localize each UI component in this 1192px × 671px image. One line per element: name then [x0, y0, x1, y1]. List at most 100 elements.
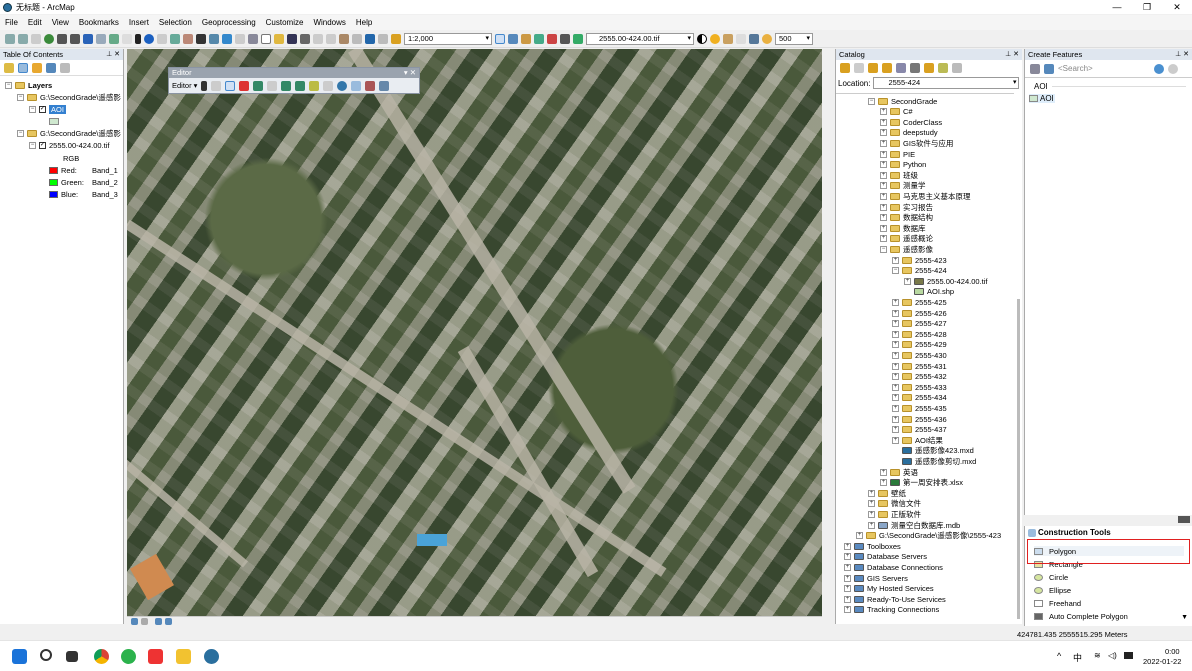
layout-toggle-icon[interactable] — [1178, 516, 1190, 523]
expand-icon[interactable]: + — [892, 362, 899, 370]
catalog-item[interactable]: + GIS软件与应用 — [880, 138, 953, 148]
catalog-item[interactable]: + Tracking Connections — [844, 605, 939, 615]
fixed-zoom-in-icon[interactable] — [57, 34, 67, 44]
magnifier-icon[interactable] — [762, 34, 772, 44]
toc-close-button[interactable]: ⊥ ✕ — [106, 49, 120, 60]
create-features-close-button[interactable]: ⊥ ✕ — [1175, 49, 1189, 60]
fixed-zoom-out-icon[interactable] — [70, 34, 80, 44]
list-by-drawing-order-icon[interactable] — [4, 62, 14, 73]
chrome-icon[interactable] — [94, 649, 109, 664]
catalog-item[interactable]: + Database Servers — [844, 552, 927, 562]
catalog-item[interactable]: + 班级 — [880, 170, 918, 180]
catalog-item[interactable]: + 数据库 — [880, 223, 926, 233]
start-icon[interactable] — [12, 649, 27, 664]
clear-search-icon[interactable] — [1168, 63, 1178, 74]
search-window-icon[interactable] — [534, 34, 544, 44]
filter-icon[interactable] — [1030, 63, 1040, 74]
print-icon[interactable] — [300, 34, 310, 44]
splitter[interactable] — [822, 49, 834, 616]
trace-icon[interactable] — [253, 80, 264, 91]
reshape-icon[interactable] — [295, 80, 306, 91]
catalog-item[interactable]: +2555-431 — [892, 361, 947, 371]
html-popup-icon[interactable] — [170, 34, 180, 44]
expand-icon[interactable]: + — [844, 606, 851, 614]
toggle-tree-icon[interactable] — [938, 63, 948, 73]
zoom-in-icon[interactable] — [5, 34, 15, 44]
options-icon[interactable] — [952, 63, 962, 73]
catalog-item[interactable]: + 第一周安排表.xlsx — [880, 478, 963, 488]
band-color-swatch[interactable] — [49, 178, 58, 186]
location-select[interactable]: 2555-424 — [873, 77, 1020, 89]
expand-icon[interactable]: + — [880, 118, 887, 126]
catalog-item[interactable]: − 遥感影像 — [880, 244, 933, 254]
open-icon[interactable] — [274, 34, 284, 44]
editor-close-button[interactable]: ▾ ✕ — [404, 68, 416, 78]
catalog-item[interactable]: + Toolboxes — [844, 541, 901, 551]
close-button[interactable]: ✕ — [1162, 0, 1192, 14]
expand-icon[interactable]: + — [844, 542, 851, 550]
swipe-icon[interactable] — [736, 34, 746, 44]
pan-icon[interactable] — [31, 34, 41, 44]
new-document-icon[interactable] — [261, 34, 271, 44]
connect-folder-icon[interactable] — [896, 63, 906, 73]
catalog-item[interactable]: +2555-426 — [892, 308, 947, 318]
catalog-item[interactable]: +2555.00-424.00.tif — [904, 276, 987, 286]
panel-splitter[interactable] — [1024, 515, 1192, 526]
catalog-item[interactable]: + CoderClass — [880, 117, 942, 127]
template-aoi[interactable]: AOI — [1029, 94, 1055, 103]
menu-edit[interactable]: Edit — [23, 18, 47, 27]
organize-templates-icon[interactable] — [1044, 63, 1054, 74]
expand-icon[interactable]: + — [892, 320, 899, 328]
launch-arccatalog-icon[interactable] — [924, 63, 934, 73]
raster-layer-select[interactable]: 2555.00-424.00.tif — [586, 33, 694, 45]
find-route-icon[interactable] — [209, 34, 219, 44]
refresh-icon[interactable] — [155, 618, 162, 625]
template-search-input[interactable]: <Search> — [1058, 64, 1150, 73]
list-by-source-icon[interactable] — [18, 62, 28, 73]
expand-icon[interactable]: + — [892, 415, 899, 423]
data-view-icon[interactable] — [131, 618, 138, 625]
edit-tool-icon[interactable] — [201, 80, 208, 91]
catalog-item[interactable]: +2555-427 — [892, 319, 947, 329]
band-color-swatch[interactable] — [49, 190, 58, 198]
expand-icon[interactable]: + — [844, 553, 851, 561]
catalog-item[interactable]: +2555-428 — [892, 329, 947, 339]
collapse-icon[interactable]: − — [892, 267, 899, 275]
catalog-item[interactable]: + 微信文件 — [868, 499, 921, 509]
menu-customize[interactable]: Customize — [261, 18, 309, 27]
clock-time[interactable]: 0:00 — [1165, 647, 1180, 656]
expand-icon[interactable]: + — [880, 224, 887, 232]
search-icon[interactable] — [1154, 63, 1164, 74]
edit-vertices-icon[interactable] — [281, 80, 292, 91]
point-icon[interactable] — [267, 80, 278, 91]
expand-icon[interactable]: + — [880, 203, 887, 211]
tif-visibility-checkbox[interactable]: ✓ — [39, 141, 46, 149]
catalog-item[interactable]: +2555-425 — [892, 297, 947, 307]
expand-icon[interactable]: + — [892, 383, 899, 391]
catalog-item[interactable]: + 英语 — [880, 467, 918, 477]
expand-icon[interactable]: + — [880, 182, 887, 190]
forward-icon[interactable] — [96, 34, 106, 44]
expand-icon[interactable]: + — [892, 298, 899, 306]
expand-icon[interactable]: + — [880, 150, 887, 158]
catalog-item[interactable]: +2555-423 — [892, 255, 947, 265]
find-icon[interactable] — [196, 34, 206, 44]
expand-icon[interactable]: + — [880, 192, 887, 200]
menu-view[interactable]: View — [47, 18, 74, 27]
collapse-icon[interactable]: − — [880, 245, 887, 253]
expand-icon[interactable]: + — [844, 595, 851, 603]
aoi-symbol-swatch[interactable] — [49, 117, 59, 125]
catalog-item[interactable]: +2555-430 — [892, 350, 947, 360]
menu-file[interactable]: File — [0, 18, 23, 27]
catalog-item[interactable]: − SecondGrade — [868, 96, 937, 106]
collapse-icon[interactable]: − — [5, 81, 12, 89]
save-icon[interactable] — [287, 34, 297, 44]
list-by-visibility-icon[interactable] — [32, 62, 42, 73]
cut-polygons-icon[interactable] — [309, 80, 320, 91]
toc-window-icon[interactable] — [508, 34, 518, 44]
catalog-item[interactable]: +2555-434 — [892, 393, 947, 403]
editor-menu[interactable]: Editor ▾ — [172, 81, 197, 90]
minimize-button[interactable]: — — [1102, 0, 1132, 14]
catalog-item[interactable]: 遥感影像423.mxd — [892, 446, 974, 456]
expand-icon[interactable]: + — [892, 426, 899, 434]
